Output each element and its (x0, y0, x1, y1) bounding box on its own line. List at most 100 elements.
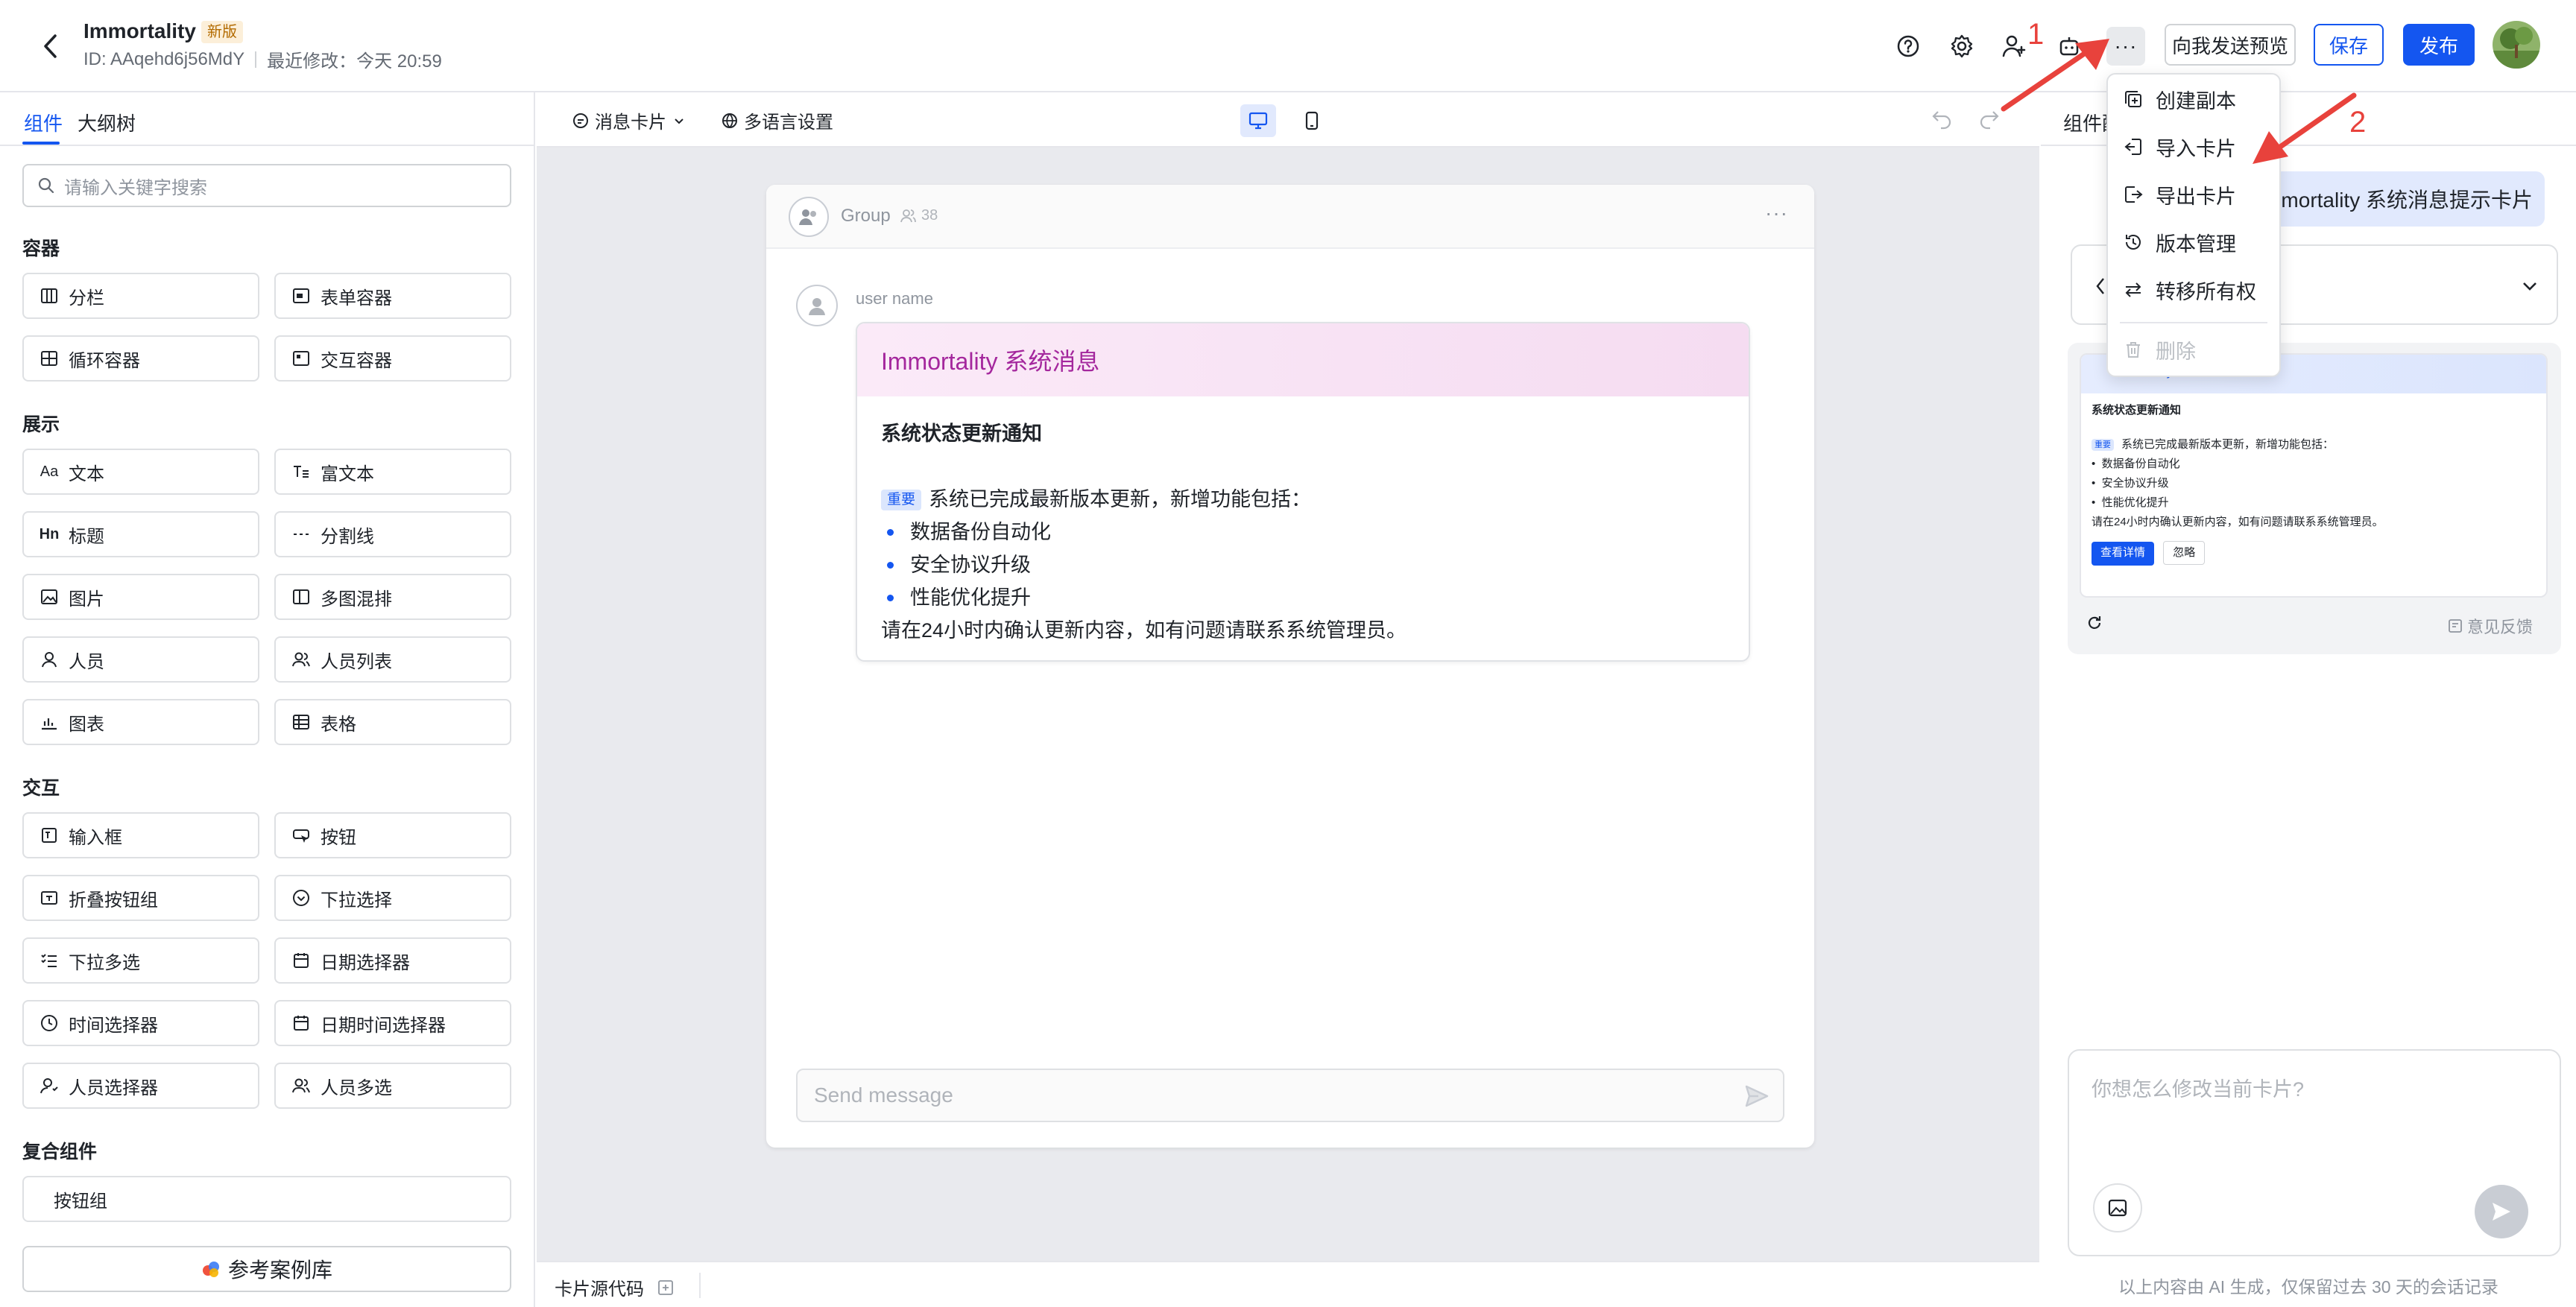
people-icon (292, 1077, 310, 1095)
comp-person-multi[interactable]: 人员多选 (274, 1063, 511, 1109)
chevron-circle-icon (292, 889, 310, 907)
menu-item-version-history[interactable]: 版本管理 (2108, 221, 2279, 264)
chevron-left-icon (2094, 276, 2106, 297)
chat-preview-frame: Group 38 ··· user name Immortality 系统消息 … (766, 185, 1814, 1148)
comp-form-container[interactable]: 表单容器 (274, 273, 511, 319)
user-message-bubble: mortality 系统消息提示卡片 (2254, 171, 2545, 227)
menu-item-delete[interactable]: 删除 (2108, 328, 2279, 371)
transfer-arrows-icon (2125, 282, 2141, 297)
mobile-preview-button[interactable] (1294, 104, 1330, 137)
image-upload-icon[interactable] (2093, 1183, 2142, 1232)
case-library-button[interactable]: 参考案例库 (22, 1246, 511, 1292)
submit-prompt-button[interactable] (2475, 1185, 2528, 1238)
card-type-select[interactable]: 消息卡片 (572, 107, 686, 133)
back-button[interactable] (34, 30, 67, 63)
important-tag: 重要 (881, 490, 922, 510)
menu-item-export-card[interactable]: 导出卡片 (2108, 173, 2279, 216)
comp-text[interactable]: Aa 文本 (22, 449, 259, 495)
comp-columns[interactable]: 分栏 (22, 273, 259, 319)
comp-interactive-container[interactable]: 交互容器 (274, 335, 511, 382)
comp-fold-buttons[interactable]: 折叠按钮组 (22, 875, 259, 921)
calendar-clock-icon (292, 1014, 310, 1032)
heading-icon: Hn (39, 525, 60, 542)
i18n-settings[interactable]: 多语言设置 (722, 107, 833, 133)
comp-input[interactable]: 输入框 (22, 812, 259, 858)
card-title: Immortality 系统消息 (857, 323, 1749, 396)
component-search-input[interactable]: 请输入关键字搜索 (22, 164, 511, 207)
mini-card-preview[interactable]: Immortality 系统消息 系统状态更新通知 重要系统已完成最新版本更新，… (2080, 353, 2548, 598)
feedback-link[interactable]: 意见反馈 (2448, 614, 2533, 638)
help-icon[interactable] (1890, 28, 1926, 64)
bar-chart-icon (40, 713, 58, 731)
ai-disclaimer: 以上内容由 AI 生成，仅保留过去 30 天的会话记录 (2118, 1277, 2498, 1297)
desktop-preview-button[interactable] (1240, 104, 1276, 137)
component-panel: 组件 大纲树 请输入关键字搜索 容器 分栏 表单容器 循环容器 交互容器 展示 … (0, 92, 535, 1307)
section-container: 容器 (22, 238, 60, 259)
comp-heading[interactable]: Hn 标题 (22, 511, 259, 557)
comp-datetime-picker[interactable]: 日期时间选择器 (274, 1000, 511, 1046)
send-preview-button[interactable]: 向我发送预览 (2165, 24, 2296, 66)
publish-button[interactable]: 发布 (2403, 24, 2475, 66)
canvas-area: 消息卡片 多语言设置 Group 38 ··· user name Immort… (537, 92, 2039, 1307)
canvas-toolbar: 消息卡片 多语言设置 (537, 92, 2039, 148)
trash-icon (2127, 342, 2140, 358)
person-icon (40, 651, 58, 668)
text-icon: Aa (40, 463, 59, 480)
comp-loop-container[interactable]: 循环容器 (22, 335, 259, 382)
section-display: 展示 (22, 414, 60, 435)
person-select-icon (40, 1077, 58, 1095)
search-placeholder: 请输入关键字搜索 (64, 177, 207, 198)
ai-prompt-input[interactable]: 你想怎么修改当前卡片? (2068, 1049, 2561, 1256)
new-version-badge: 新版 (201, 21, 243, 43)
card-body: 系统状态更新通知 重要 系统已完成最新版本更新，新增功能包括： 数据备份自动化 安… (857, 396, 1749, 660)
comp-dropdown-select[interactable]: 下拉选择 (274, 875, 511, 921)
send-message-input[interactable]: Send message (796, 1069, 1784, 1122)
source-code-bar: 卡片源代码 (537, 1261, 2039, 1307)
tab-outline-tree[interactable]: 大纲树 (78, 109, 136, 136)
globe-icon (722, 113, 737, 128)
last-modified: 最近修改：今天 20:59 (267, 51, 442, 72)
frame-more-icon[interactable]: ··· (1765, 201, 1788, 225)
tab-components[interactable]: 组件 (24, 109, 63, 136)
settings-gear-icon[interactable] (1944, 28, 1980, 64)
checklist-icon (40, 952, 58, 969)
columns-icon (40, 287, 58, 305)
source-code-tab[interactable]: 卡片源代码 (555, 1274, 674, 1300)
list-item: 安全协议升级 (881, 548, 1725, 581)
comp-person-list[interactable]: 人员列表 (274, 636, 511, 683)
interactive-box-icon (292, 349, 310, 367)
comp-person[interactable]: 人员 (22, 636, 259, 683)
undo-icon[interactable] (1931, 109, 1953, 130)
list-item: • 性能优化提升 (2092, 496, 2169, 509)
comp-image[interactable]: 图片 (22, 574, 259, 620)
chevron-down-icon (2519, 276, 2540, 297)
comp-rich-text[interactable]: 富文本 (274, 449, 511, 495)
grid-icon (40, 349, 58, 367)
comp-date-picker[interactable]: 日期选择器 (274, 937, 511, 984)
view-details-button[interactable]: 查看详情 (2092, 542, 2155, 566)
comp-divider[interactable]: 分割线 (274, 511, 511, 557)
comp-button-group[interactable]: 按钮组 (22, 1176, 511, 1222)
comp-button[interactable]: 按钮 (274, 812, 511, 858)
list-item: • 安全协议升级 (2092, 477, 2169, 490)
send-icon (1745, 1085, 1769, 1107)
comp-chart[interactable]: 图表 (22, 699, 259, 745)
refresh-icon[interactable] (2086, 614, 2103, 632)
annotation-arrow-1 (2001, 39, 2109, 112)
notice-intro: 重要 系统已完成最新版本更新，新增功能包括： (881, 483, 1725, 516)
button-cursor-icon (292, 826, 310, 844)
menu-item-transfer-ownership[interactable]: 转移所有权 (2108, 268, 2279, 311)
user-avatar[interactable] (2493, 21, 2540, 69)
rich-text-icon (292, 463, 310, 481)
comp-time-picker[interactable]: 时间选择器 (22, 1000, 259, 1046)
notice-title: 系统状态更新通知 (881, 423, 1042, 445)
save-button[interactable]: 保存 (2314, 24, 2384, 66)
clock-icon (40, 1014, 58, 1032)
comp-table[interactable]: 表格 (274, 699, 511, 745)
comp-person-picker[interactable]: 人员选择器 (22, 1063, 259, 1109)
ai-card-preview: Immortality 系统消息 系统状态更新通知 重要系统已完成最新版本更新，… (2068, 343, 2561, 654)
comp-multi-image[interactable]: 多图混排 (274, 574, 511, 620)
comp-dropdown-multi[interactable]: 下拉多选 (22, 937, 259, 984)
ignore-button[interactable]: 忽略 (2163, 541, 2206, 565)
message-card[interactable]: Immortality 系统消息 系统状态更新通知 重要 系统已完成最新版本更新，… (856, 322, 1750, 662)
